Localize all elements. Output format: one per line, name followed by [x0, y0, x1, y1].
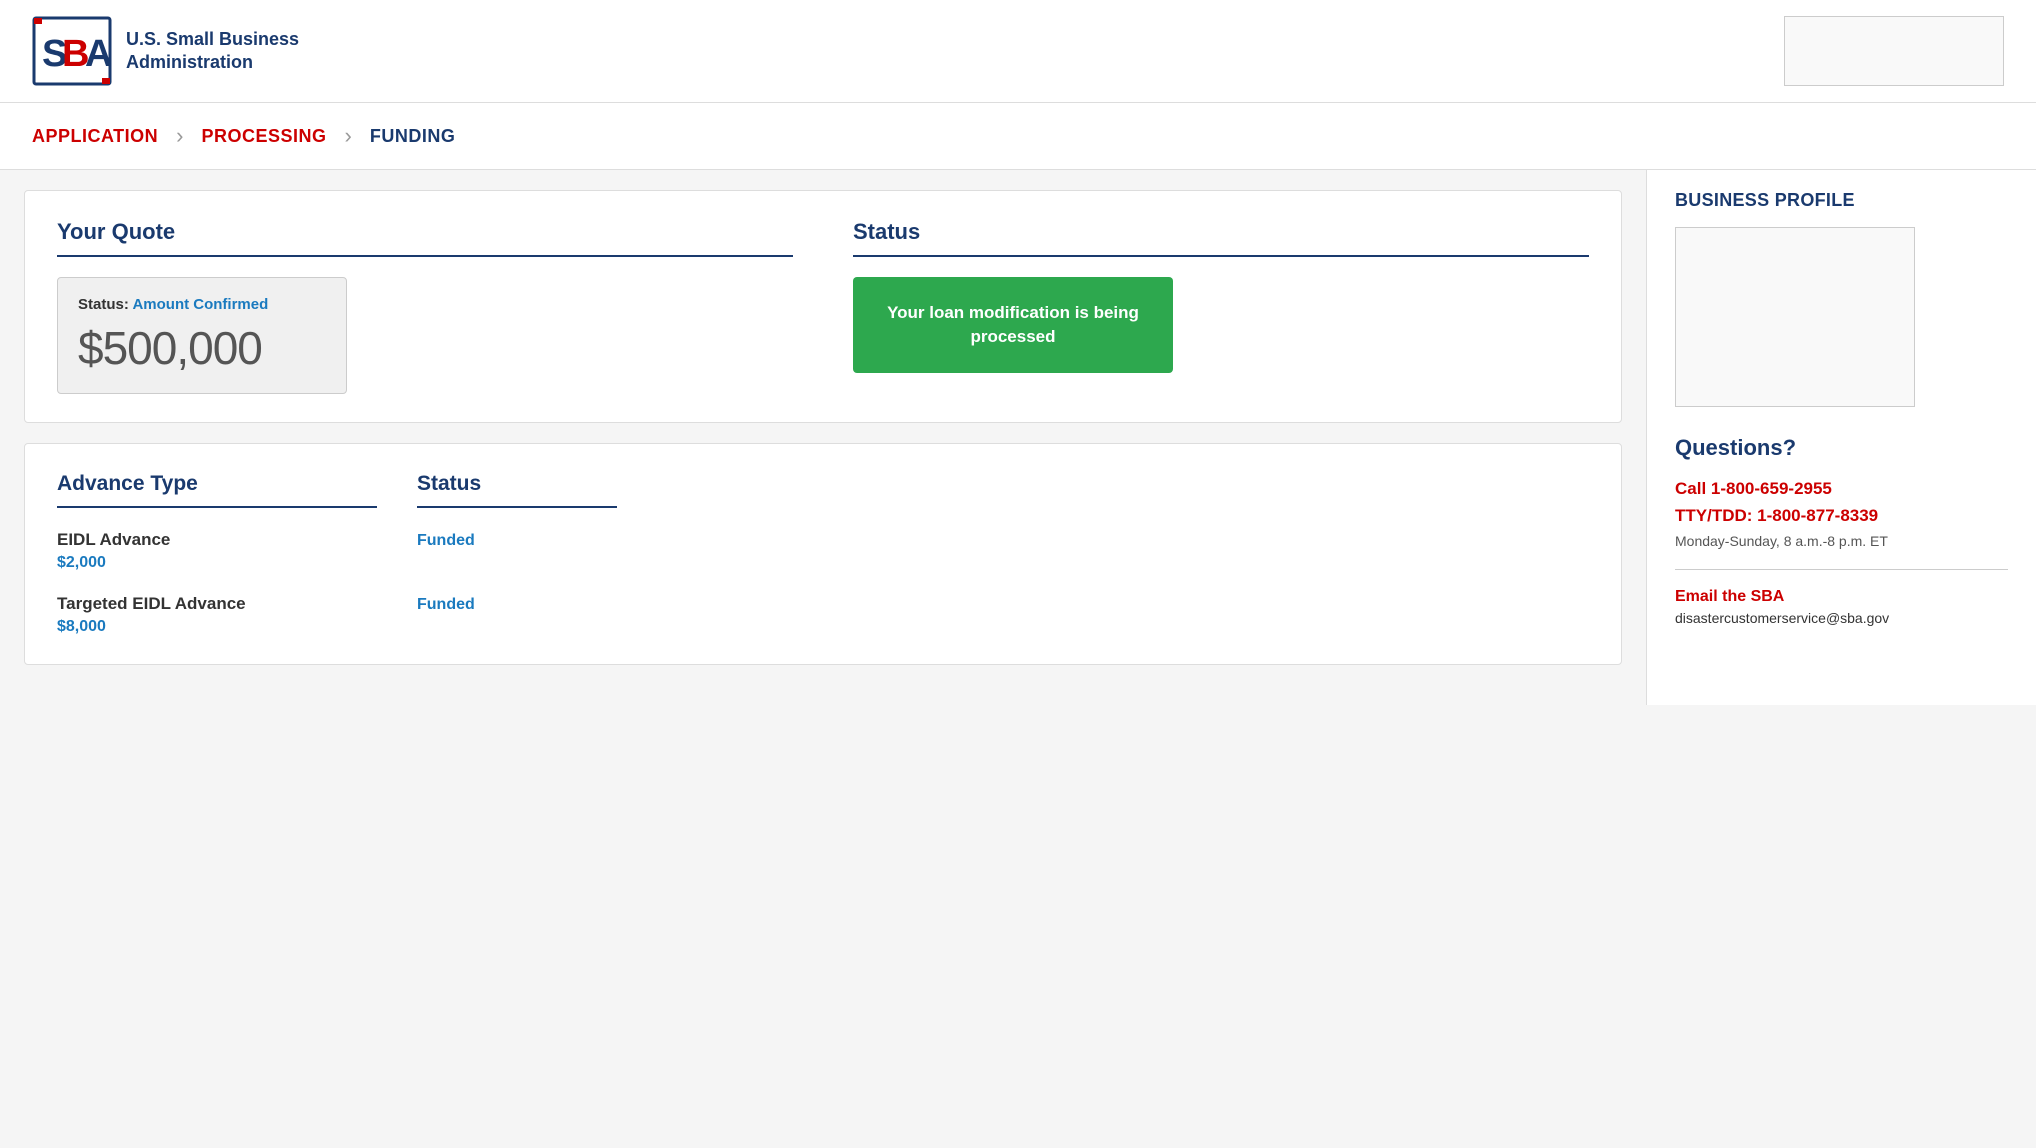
content-area: Your Quote Status: Amount Confirmed $500… [0, 170, 1646, 705]
status-section: Status Your loan modification is being p… [853, 219, 1589, 394]
nav-step-application[interactable]: APPLICATION [32, 126, 158, 147]
targeted-eidl-amount: $8,000 [57, 618, 377, 636]
advance-type-col-title: Advance Type [57, 472, 377, 508]
advance-table-header: Advance Type Status [57, 472, 1589, 508]
business-profile-title: BUSINESS PROFILE [1675, 190, 2008, 211]
advance-row-eidl: EIDL Advance $2,000 Funded [57, 530, 1589, 572]
main-layout: Your Quote Status: Amount Confirmed $500… [0, 170, 2036, 705]
email-label[interactable]: Email the SBA [1675, 588, 2008, 606]
quote-amount: $500,000 [78, 321, 326, 375]
quote-card: Your Quote Status: Amount Confirmed $500… [24, 190, 1622, 423]
your-quote-section: Your Quote Status: Amount Confirmed $500… [57, 219, 793, 394]
chevron-icon-1: › [176, 123, 183, 149]
quote-status-line: Status: Amount Confirmed [78, 296, 326, 313]
status-green-box: Your loan modification is being processe… [853, 277, 1173, 373]
page-header: S B A U.S. Small Business Administration [0, 0, 2036, 103]
nav-step-processing[interactable]: PROCESSING [202, 126, 327, 147]
advance-cell-eidl: EIDL Advance $2,000 [57, 530, 377, 572]
your-quote-title: Your Quote [57, 219, 793, 257]
questions-title: Questions? [1675, 435, 2008, 461]
chevron-icon-2: › [345, 123, 352, 149]
sidebar-divider [1675, 569, 2008, 570]
svg-text:A: A [85, 33, 112, 75]
business-profile-image [1675, 227, 1915, 407]
advance-status-col-title: Status [417, 472, 617, 508]
advance-type-card: Advance Type Status EIDL Advance $2,000 … [24, 443, 1622, 665]
logo-text: U.S. Small Business Administration [126, 28, 299, 75]
logo-area: S B A U.S. Small Business Administration [32, 16, 299, 86]
breadcrumb-nav: APPLICATION › PROCESSING › FUNDING [0, 103, 2036, 170]
eidl-advance-amount: $2,000 [57, 554, 377, 572]
sidebar: BUSINESS PROFILE Questions? Call 1-800-6… [1646, 170, 2036, 705]
quote-box: Status: Amount Confirmed $500,000 [57, 277, 347, 394]
status-title: Status [853, 219, 1589, 257]
email-address: disastercustomerservice@sba.gov [1675, 610, 2008, 626]
tty-number[interactable]: TTY/TDD: 1-800-877-8339 [1675, 502, 2008, 529]
nav-step-funding[interactable]: FUNDING [370, 126, 456, 147]
advance-cell-targeted: Targeted EIDL Advance $8,000 [57, 594, 377, 636]
advance-row-targeted-eidl: Targeted EIDL Advance $8,000 Funded [57, 594, 1589, 636]
targeted-eidl-status: Funded [417, 594, 617, 614]
phone-number[interactable]: Call 1-800-659-2955 [1675, 475, 2008, 502]
quote-grid: Your Quote Status: Amount Confirmed $500… [57, 219, 1589, 394]
eidl-advance-status: Funded [417, 530, 617, 550]
hours-text: Monday-Sunday, 8 a.m.-8 p.m. ET [1675, 533, 2008, 549]
targeted-eidl-name: Targeted EIDL Advance [57, 594, 377, 614]
sba-logo-icon: S B A [32, 16, 112, 86]
header-right-placeholder [1784, 16, 2004, 86]
eidl-advance-name: EIDL Advance [57, 530, 377, 550]
